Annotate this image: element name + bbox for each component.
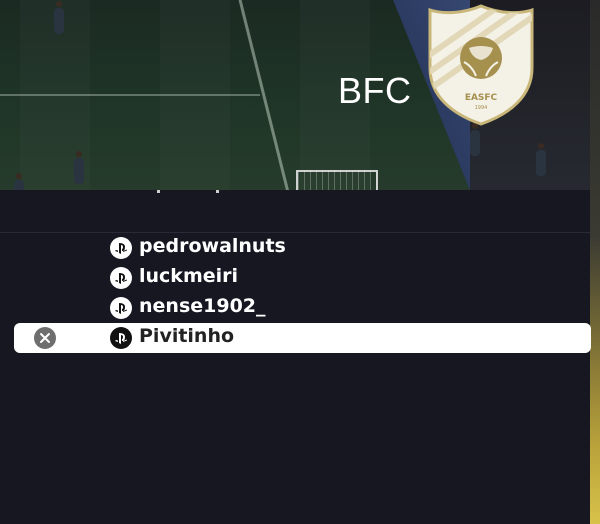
player-figure [54, 1, 64, 34]
badge-year: 1994 [475, 105, 488, 111]
list-item-selected[interactable]: Pivitinho [14, 323, 591, 353]
player-figure [74, 151, 84, 184]
playstation-icon [110, 237, 132, 259]
player-figure [470, 123, 480, 156]
player-name: pedrowalnuts [139, 235, 286, 257]
player-name: nense1902_ [139, 295, 266, 317]
loading-dots [155, 190, 225, 198]
edge-strip [590, 0, 600, 524]
player-figure [536, 143, 546, 176]
list-item[interactable]: nense1902_ [14, 293, 591, 323]
badge-text: EASFC [465, 93, 498, 103]
team-name: BFC [338, 70, 412, 111]
pitch-line [0, 94, 260, 96]
player-name: luckmeiri [139, 265, 239, 287]
goal-net [296, 170, 378, 190]
remove-icon[interactable] [34, 327, 56, 349]
playstation-icon [110, 267, 132, 289]
club-badge-icon: EASFC 1994 [428, 4, 534, 126]
list-item[interactable]: pedrowalnuts [14, 233, 591, 263]
playstation-icon [110, 327, 132, 349]
list-item[interactable]: luckmeiri [14, 263, 591, 293]
player-name: Pivitinho [139, 325, 235, 347]
player-figure [14, 173, 24, 190]
playstation-icon [110, 297, 132, 319]
